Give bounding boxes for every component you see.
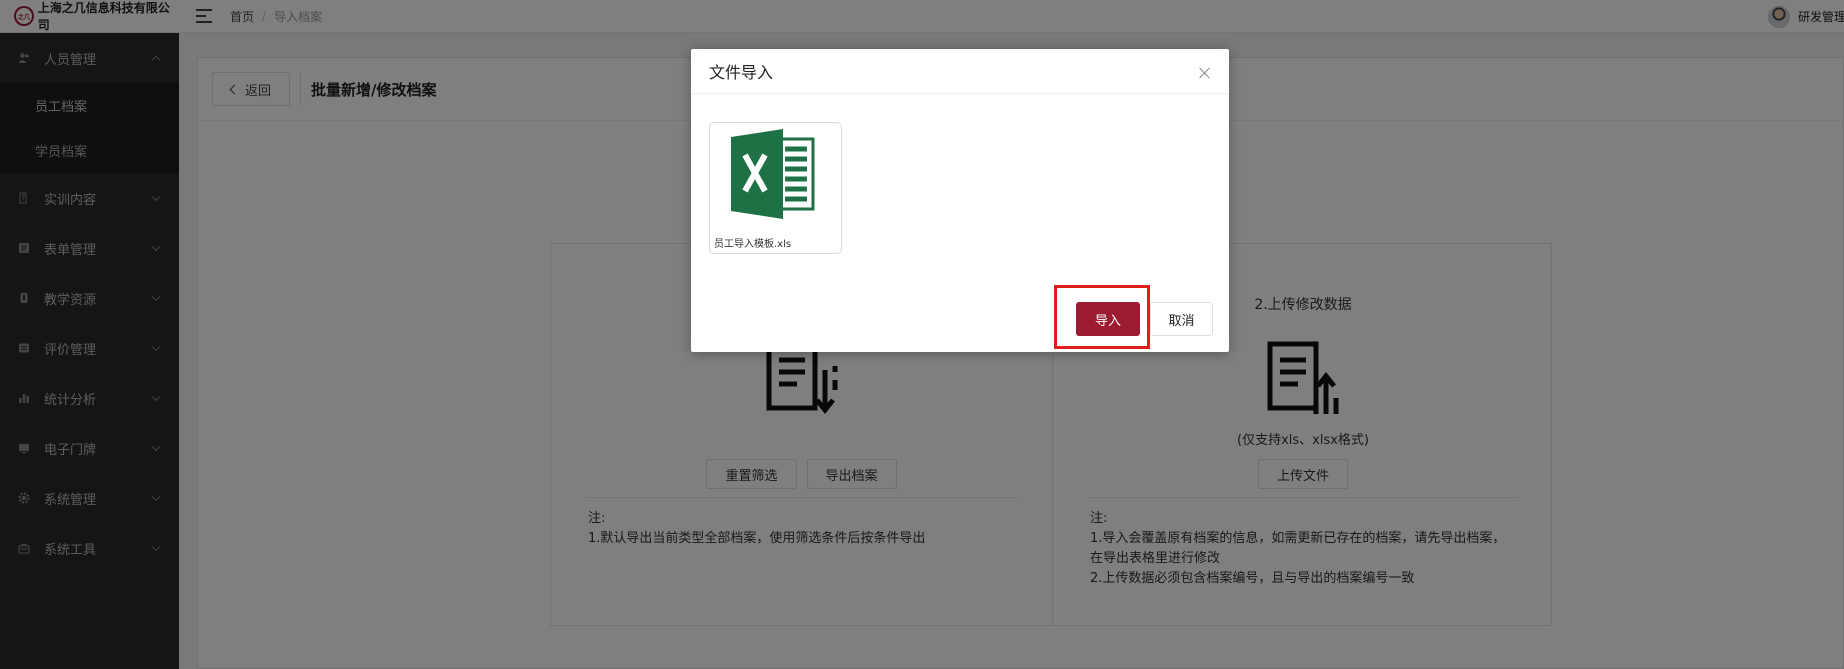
excel-file-icon: [731, 129, 815, 219]
file-import-dialog: 文件导入 员工导入模板.xls 导入 取消: [691, 49, 1229, 352]
close-icon[interactable]: [1199, 67, 1211, 79]
dialog-title: 文件导入: [709, 63, 774, 82]
file-card[interactable]: 员工导入模板.xls: [709, 122, 842, 254]
cancel-button[interactable]: 取消: [1150, 302, 1213, 336]
file-name: 员工导入模板.xls: [714, 239, 792, 250]
import-button[interactable]: 导入: [1076, 302, 1140, 336]
dialog-header: 文件导入: [691, 49, 1229, 94]
